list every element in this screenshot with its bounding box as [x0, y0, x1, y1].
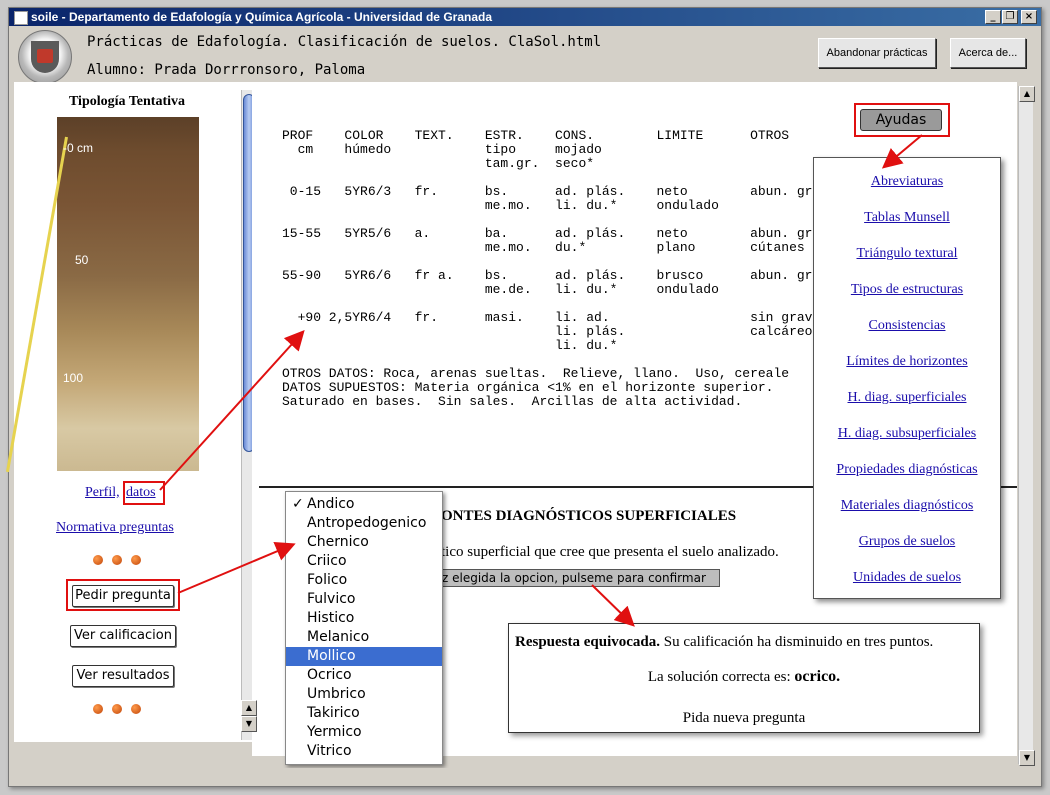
option-folico[interactable]: Folico	[286, 571, 442, 590]
solution-line: La solución correcta es: ocrico.	[509, 668, 979, 686]
help-menu: Abreviaturas Tablas Munsell Triángulo te…	[813, 157, 1001, 599]
main-scrollbar[interactable]: ▲ ▼	[1018, 86, 1035, 766]
annotation-box-help	[854, 103, 950, 137]
annotation-box-pedir	[66, 579, 180, 611]
minimize-icon[interactable]: _	[985, 10, 1001, 24]
option-umbrico[interactable]: Umbrico	[286, 685, 442, 704]
table-row-3: 55-90 5YR6/6 fr a. bs. ad. plás. brusco …	[282, 268, 821, 297]
question-instruction: tico superficial que cree que presenta e…	[441, 544, 779, 560]
question-heading: ONTES DIAGNÓSTICOS SUPERFICIALES	[441, 508, 737, 524]
left-scroll-down-icon[interactable]: ▼	[241, 716, 257, 732]
student-name: Alumno: Prada Dorrronsoro, Paloma	[87, 62, 366, 78]
option-takirico[interactable]: Takirico	[286, 704, 442, 723]
maximize-icon[interactable]: ❐	[1002, 10, 1018, 24]
table-row-1: 0-15 5YR6/3 fr. bs. ad. plás. neto abun.…	[289, 184, 821, 213]
soil-profile-photo: -0 cm 50 100	[5, 117, 199, 473]
help-link-consistency[interactable]: Consistencias	[814, 318, 1000, 334]
typology-title: Tipología Tentativa	[68, 94, 186, 109]
help-link-diag-properties[interactable]: Propiedades diagnósticas	[814, 462, 1000, 478]
depth-label-50: 50	[75, 253, 89, 267]
help-link-surface-horizons[interactable]: H. diag. superficiales	[814, 390, 1000, 406]
scroll-down-icon[interactable]: ▼	[1019, 750, 1035, 766]
option-chernico[interactable]: Chernico	[286, 533, 442, 552]
horizon-dropdown-menu[interactable]: ✓ Andico Antropedogenico Chernico Criico …	[285, 491, 443, 765]
decor-dot	[93, 555, 103, 565]
response-rest: Su calificación ha disminuido en tres pu…	[660, 634, 934, 650]
solution-value: ocrico.	[794, 668, 841, 685]
abandon-button[interactable]: Abandonar prácticas	[818, 38, 936, 68]
perfil-link[interactable]: Perfil,	[85, 485, 120, 501]
help-link-horizon-limits[interactable]: Límites de horizontes	[814, 354, 1000, 370]
other-data: OTROS DATOS: Roca, arenas sueltas. Relie…	[282, 366, 790, 409]
title-bar[interactable]: soile - Departamento de Edafología y Quí…	[9, 8, 1041, 26]
help-link-soil-units[interactable]: Unidades de suelos	[814, 570, 1000, 586]
decor-dot	[93, 704, 103, 714]
option-andico[interactable]: ✓ Andico	[286, 495, 442, 514]
help-link-munsell[interactable]: Tablas Munsell	[814, 210, 1000, 226]
option-fulvico[interactable]: Fulvico	[286, 590, 442, 609]
view-grade-button[interactable]: Ver calificacion	[70, 625, 176, 647]
response-bold: Respuesta equivocada.	[515, 634, 661, 650]
depth-label-100: 100	[63, 371, 84, 385]
option-antropedogenico[interactable]: Antropedogenico	[286, 514, 442, 533]
option-criico[interactable]: Criico	[286, 552, 442, 571]
option-ocrico[interactable]: Ocrico	[286, 666, 442, 685]
about-button[interactable]: Acerca de...	[950, 38, 1026, 68]
university-crest-icon	[18, 30, 72, 84]
response-box: Respuesta equivocada. Su calificación ha…	[508, 623, 980, 733]
confirm-button[interactable]: z elegida la opcion, pulseme para confir…	[441, 569, 720, 587]
decor-dot	[131, 555, 141, 565]
help-link-diag-materials[interactable]: Materiales diagnósticos	[814, 498, 1000, 514]
table-row-4: +90 2,5YR6/4 fr. masi. li. ad. sin grava…	[297, 310, 821, 353]
decor-dot	[131, 704, 141, 714]
decor-dot	[112, 555, 122, 565]
response-message: Respuesta equivocada. Su calificación ha…	[515, 634, 933, 651]
left-scroll-up-icon[interactable]: ▲	[241, 700, 257, 716]
help-link-structures[interactable]: Tipos de estructuras	[814, 282, 1000, 298]
help-link-abbreviations[interactable]: Abreviaturas	[814, 174, 1000, 190]
new-question-text: Pida nueva pregunta	[682, 710, 806, 726]
status-bar	[12, 768, 1034, 780]
normativa-link[interactable]: Normativa preguntas	[56, 520, 174, 536]
table-row-2: 15-55 5YR5/6 a. ba. ad. plás. neto abun.…	[282, 226, 821, 255]
option-yermico[interactable]: Yermico	[286, 723, 442, 742]
help-link-texture[interactable]: Triángulo textural	[814, 246, 1000, 262]
page-title: Prácticas de Edafología. Clasificación d…	[87, 34, 602, 50]
header: Prácticas de Edafología. Clasificación d…	[9, 26, 1041, 86]
view-results-button[interactable]: Ver resultados	[72, 665, 174, 687]
option-histico[interactable]: Histico	[286, 609, 442, 628]
option-vitrico[interactable]: Vitrico	[286, 742, 442, 761]
solution-prefix: La solución correcta es:	[647, 669, 795, 685]
table-header: PROF COLOR TEXT. ESTR. CONS. LIMITE OTRO…	[282, 128, 790, 171]
help-link-subsurface-horizons[interactable]: H. diag. subsuperficiales	[814, 426, 1000, 442]
scroll-up-icon[interactable]: ▲	[1019, 86, 1035, 102]
close-icon[interactable]: ×	[1021, 10, 1037, 24]
annotation-box-datos	[123, 481, 165, 505]
option-melanico[interactable]: Melanico	[286, 628, 442, 647]
app-icon	[14, 11, 28, 25]
checkmark-icon: ✓	[292, 496, 304, 512]
help-link-soil-groups[interactable]: Grupos de suelos	[814, 534, 1000, 550]
decor-dot	[112, 704, 122, 714]
depth-label-0: -0 cm	[63, 141, 93, 155]
window-title: soile - Departamento de Edafología y Quí…	[31, 10, 493, 24]
option-mollico[interactable]: Mollico	[286, 647, 442, 666]
